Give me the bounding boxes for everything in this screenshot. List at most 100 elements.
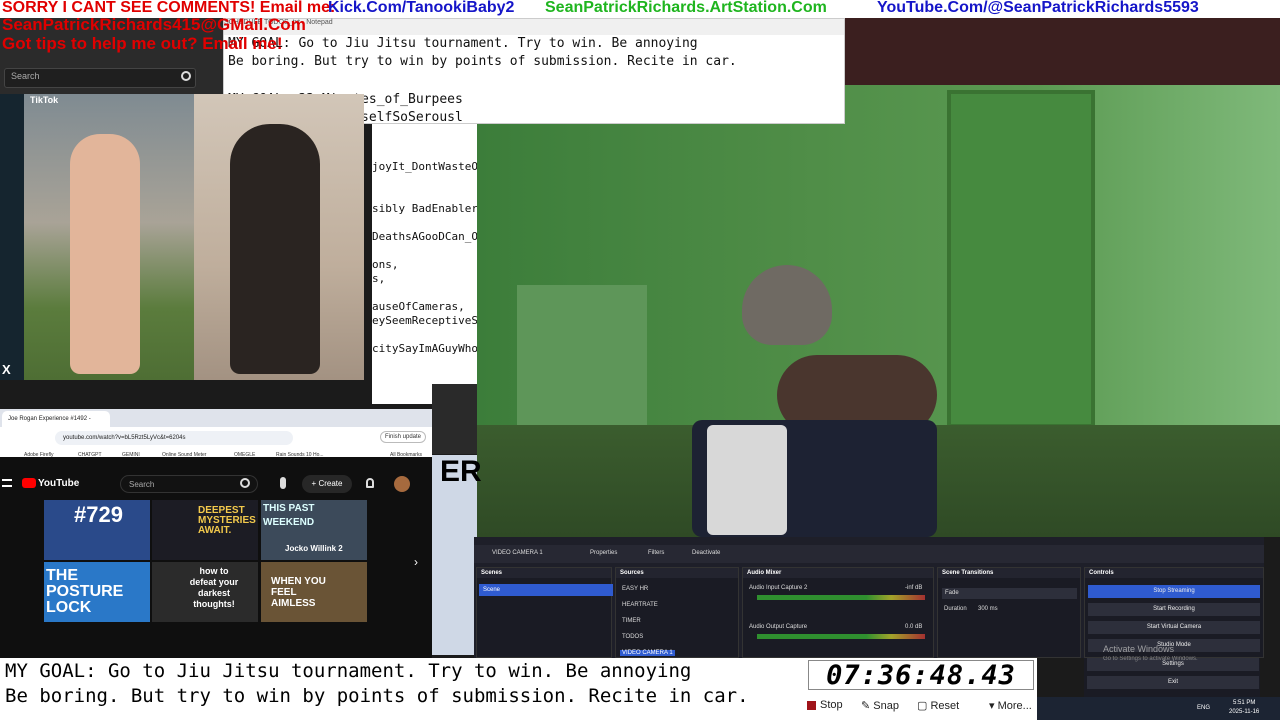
source-item-easy-hr[interactable]: EASY HR (622, 586, 648, 592)
audio-mixer-dock: Audio Mixer Audio Input Capture 2 -inf d… (742, 567, 934, 658)
video-thumb-4[interactable]: THE POSTURE LOCK (44, 562, 150, 622)
notepad-column-line[interactable]: DeathsAGooDCan_O (372, 230, 477, 243)
tiktok-left-strip (0, 94, 24, 380)
source-item-todos[interactable]: TODOS (622, 634, 643, 640)
transitions-title: Scene Transitions (938, 568, 1080, 578)
close-icon[interactable]: X (2, 362, 11, 377)
video-thumb-3[interactable]: THIS PAST WEEKEND Jocko Willink 2 (261, 500, 367, 560)
left-search-input[interactable]: Search (4, 68, 196, 88)
source-item-heartrate[interactable]: HEARTRATE (622, 602, 658, 608)
finish-update-button[interactable]: Finish update (380, 431, 427, 443)
clock-date[interactable]: 2025-11-16 (1229, 709, 1259, 715)
partial-text: ER (440, 455, 482, 488)
search-icon[interactable] (240, 478, 250, 488)
source-name-label: VIDEO CAMERA 1 (492, 550, 543, 556)
video-thumb-2[interactable]: DEEPEST MYSTERIES AWAIT. (152, 500, 258, 560)
tab-joe-rogan[interactable]: Joe Rogan Experience #1492 - (2, 411, 110, 427)
clock-time[interactable]: 5:51 PM (1233, 700, 1255, 706)
background-window (432, 384, 477, 454)
notepad-column-line[interactable]: citySayImAGuyWho (372, 342, 477, 355)
door (947, 90, 1095, 428)
url-input[interactable]: youtube.com/watch?v=bL5Rzt5LyVc&t=6204s (55, 431, 293, 445)
reset-button[interactable]: ▢ Reset (917, 699, 959, 712)
bookmark-gemini[interactable]: GEMINI (122, 452, 140, 458)
microphone-icon[interactable] (280, 477, 286, 489)
address-bar-area: youtube.com/watch?v=bL5Rzt5LyVc&t=6204s … (0, 427, 432, 458)
person-left (70, 134, 140, 374)
video-thumb-1[interactable]: #729 (44, 500, 150, 560)
bookmark-sound-meter[interactable]: Online Sound Meter (162, 452, 206, 458)
scene-transitions-dock: Scene Transitions Fade Duration 300 ms (937, 567, 1081, 658)
shark-plush (742, 265, 832, 345)
snap-button[interactable]: ✎ Snap (861, 699, 899, 712)
duration-input[interactable]: 300 ms (978, 606, 998, 612)
filters-button[interactable]: Filters (648, 550, 664, 556)
chrome-window: Joe Rogan Experience #1492 - youtube.com… (0, 409, 432, 658)
notepad-column-line[interactable]: s, (372, 272, 385, 285)
bookmark-rain[interactable]: Rain Sounds 10 Ho... (276, 452, 324, 458)
notepad-column-line[interactable]: sibly BadEnabler) (372, 202, 477, 215)
youtube-search-input[interactable]: Search (120, 475, 258, 493)
video-thumb-6[interactable]: WHEN YOU FEEL AIMLESS (261, 562, 367, 622)
search-icon[interactable] (181, 71, 191, 81)
stop-button[interactable]: Stop (807, 699, 843, 711)
start-recording-button[interactable]: Start Recording (1088, 603, 1260, 616)
goal-line-2: Be boring. But try to win by points of s… (5, 685, 749, 707)
tiktok-video[interactable]: TikTok X (0, 94, 364, 380)
chevron-right-icon[interactable]: › (414, 555, 418, 569)
avatar[interactable] (394, 476, 410, 492)
deactivate-button[interactable]: Deactivate (692, 550, 720, 556)
video-thumb-5[interactable]: how to defeat your darkest thoughts! (152, 562, 258, 622)
exit-button[interactable]: Exit (1087, 676, 1259, 689)
reset-icon: ▢ (917, 700, 931, 712)
mixer-input-meter (757, 595, 925, 600)
webcam-top-strip (845, 18, 1280, 85)
bell-icon[interactable] (366, 478, 374, 488)
source-item-camera[interactable]: VIDEO CAMERA 1 (620, 650, 675, 656)
timer-display: 07:36:48.43 (808, 660, 1034, 691)
transition-select[interactable]: Fade (942, 588, 1077, 599)
person-right (230, 124, 320, 374)
obs-window: VIDEO CAMERA 1 Properties Filters Deacti… (474, 537, 1264, 658)
banner-kick: Kick.Com/TanookiBaby2 (328, 0, 515, 16)
goal-text-box: MY GOAL: Go to Jiu Jitsu tournament. Try… (0, 658, 805, 720)
webcam-feed (477, 85, 1280, 537)
mixer-input-db: -inf dB (905, 585, 923, 591)
duration-label: Duration (944, 606, 967, 612)
bookmark-omegle[interactable]: OMEGLE (234, 452, 255, 458)
bookmark-chatgpt[interactable]: CHATGPT (78, 452, 102, 458)
scenes-title: Scenes (477, 568, 611, 578)
source-item-timer[interactable]: TIMER (622, 618, 641, 624)
notepad-line-2[interactable]: Be boring. But try to win by points of s… (228, 54, 737, 69)
banner-artstation: SeanPatrickRichards.ArtStation.Com (545, 0, 827, 16)
mixer-output-name: Audio Output Capture (749, 624, 808, 630)
notepad-line-1[interactable]: MY GOAL: Go to Jiu Jitsu tournament. Try… (228, 36, 698, 51)
create-button[interactable]: + Create (302, 475, 352, 493)
notepad-column-line[interactable]: joyIt_DontWasteO (372, 160, 477, 173)
notepad-column-line[interactable]: ons, (372, 258, 399, 271)
sources-title: Sources (616, 568, 738, 578)
notepad-column-line[interactable]: auseOfCameras, (372, 300, 465, 313)
scene-item[interactable]: Scene (479, 584, 613, 596)
language-indicator[interactable]: ENG (1197, 705, 1210, 711)
mixer-input-name: Audio Input Capture 2 (749, 585, 808, 591)
notepad-column-line[interactable]: eySeemReceptiveS (372, 314, 477, 327)
youtube-header: YouTube Search + Create (0, 471, 432, 497)
stop-streaming-button[interactable]: Stop Streaming (1088, 585, 1260, 598)
snap-icon: ✎ (861, 700, 874, 712)
mixer-output-meter (757, 634, 925, 639)
chevron-down-icon: ▾ (989, 700, 998, 712)
properties-button[interactable]: Properties (590, 550, 617, 556)
more-button[interactable]: ▾ More... (989, 699, 1032, 712)
youtube-logo[interactable]: YouTube (22, 478, 79, 489)
bookmark-adobe[interactable]: Adobe Firefly (24, 452, 53, 458)
notepad-column: joyIt_DontWasteOsibly BadEnabler) DeathsA… (372, 124, 477, 404)
timer-widget: 07:36:48.43 Stop ✎ Snap ▢ Reset ▾ More..… (805, 658, 1037, 720)
crash-pad-highlight (707, 425, 787, 535)
bookmark-all[interactable]: All Bookmarks (390, 452, 422, 458)
overlay-tips: Got tips to help me out? Email me! (2, 34, 283, 53)
menu-icon[interactable] (2, 479, 12, 487)
start-virtual-camera-button[interactable]: Start Virtual Camera (1088, 621, 1260, 634)
windows-taskbar: ENG 5:51 PM 2025-11-16 (1037, 697, 1280, 720)
goal-line-1: MY GOAL: Go to Jiu Jitsu tournament. Try… (5, 660, 692, 682)
